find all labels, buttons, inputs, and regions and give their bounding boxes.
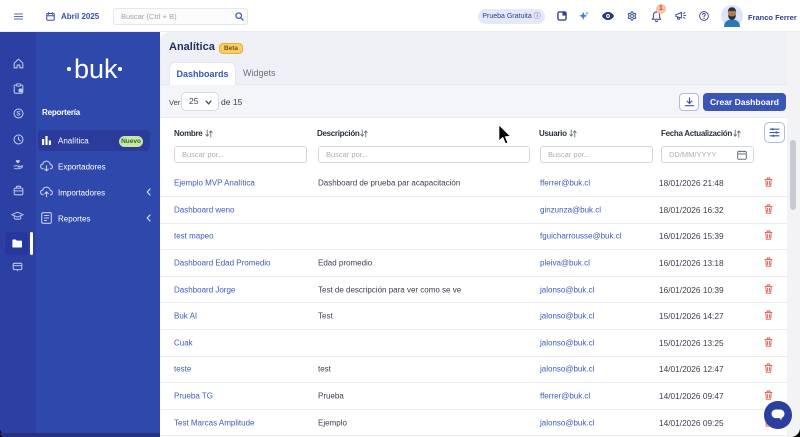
svg-text:S: S (16, 111, 20, 118)
